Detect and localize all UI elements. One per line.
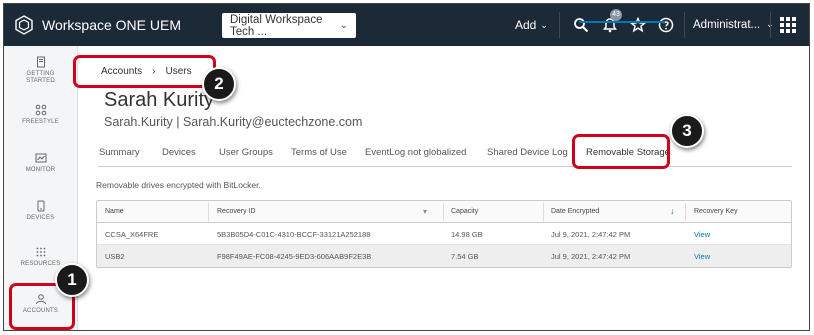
monitor-icon — [35, 153, 46, 163]
cell-capacity: 14.98 GB — [451, 230, 483, 239]
column-header-recovery-key[interactable]: Recovery Key — [694, 208, 738, 215]
tab-terms-of-use[interactable]: Terms of Use — [291, 147, 347, 158]
callout-2: 2 — [202, 67, 236, 101]
nav-item-devices[interactable]: DEVICES — [4, 200, 77, 222]
divider — [559, 12, 560, 38]
workspace-one-logo-icon — [15, 15, 33, 35]
column-divider — [443, 203, 444, 221]
cell-recovery-id: 5B3B05D4-C01C-4310-BCCF-33121A252188 — [217, 230, 371, 239]
nav-label: MONITOR — [25, 167, 56, 173]
tab-user-groups[interactable]: User Groups — [219, 147, 273, 158]
brand-logo[interactable]: Workspace ONE UEM — [14, 15, 181, 35]
cell-date-encrypted: Jul 9, 2021, 2:47:42 PM — [551, 252, 631, 261]
nav-item-freestyle[interactable]: FREESTYLE — [4, 104, 77, 126]
column-header-recovery-id[interactable]: Recovery ID — [217, 208, 256, 215]
help-icon[interactable] — [657, 16, 675, 34]
removable-storage-table: Name Recovery ID ▾ Capacity Date Encrypt… — [96, 200, 792, 268]
freestyle-icon — [35, 104, 46, 116]
view-recovery-key-link[interactable]: View — [694, 252, 710, 261]
add-menu-button[interactable]: Add ⌄ — [515, 18, 548, 32]
nav-item-getting-started[interactable]: GETTING STARTED — [4, 56, 77, 85]
view-recovery-key-link[interactable]: View — [694, 230, 710, 239]
column-header-name[interactable]: Name — [105, 208, 124, 215]
nav-label: STARTED — [26, 78, 55, 84]
cell-recovery-id: F98F49AE-FC08-4245-9ED3-606AAB9F2E3B — [217, 252, 372, 261]
org-select-value: Digital Workspace Tech ... — [230, 13, 323, 38]
callout-3: 3 — [670, 114, 704, 148]
tab-devices[interactable]: Devices — [162, 147, 196, 158]
cell-capacity: 7.54 GB — [451, 252, 479, 261]
column-divider — [208, 203, 209, 221]
sort-down-arrow-icon[interactable]: ↓ — [670, 206, 675, 216]
cell-date-encrypted: Jul 9, 2021, 2:47:42 PM — [551, 230, 631, 239]
nav-label: FREESTYLE — [22, 119, 59, 125]
removable-storage-tab-highlight — [572, 134, 670, 169]
column-header-date-encrypted[interactable]: Date Encrypted — [551, 208, 599, 215]
notification-count-badge: 43 — [610, 9, 622, 21]
chevron-down-icon: ⌄ — [339, 20, 348, 31]
book-icon — [36, 56, 45, 68]
nav-label: DEVICES — [26, 215, 55, 221]
devices-icon — [37, 200, 44, 212]
tab-eventlog[interactable]: EventLog not globalized — [365, 147, 466, 158]
divider — [770, 12, 771, 38]
filter-icon[interactable]: ▾ — [423, 207, 427, 216]
nav-item-monitor[interactable]: MONITOR — [4, 152, 77, 174]
tab-shared-device-log[interactable]: Shared Device Log — [487, 147, 568, 158]
table-row[interactable]: CCSA_X64FRE 5B3B05D4-C01C-4310-BCCF-3312… — [97, 223, 791, 245]
section-description: Removable drives encrypted with BitLocke… — [96, 180, 261, 190]
column-divider — [685, 203, 686, 221]
app-launcher-grid-icon[interactable] — [780, 17, 796, 33]
cell-name: CCSA_X64FRE — [105, 230, 159, 239]
admin-label: Administrat... — [693, 19, 761, 31]
organization-group-select[interactable]: Digital Workspace Tech ... ⌄ — [222, 13, 356, 38]
tab-summary[interactable]: Summary — [99, 147, 140, 158]
user-details-tabs: Summary Devices User Groups Terms of Use… — [98, 147, 792, 167]
page-title: Sarah Kurity — [104, 89, 215, 111]
callout-1: 1 — [55, 263, 89, 297]
app-window: Workspace ONE UEM Digital Workspace Tech… — [3, 3, 810, 331]
star-icon[interactable] — [629, 16, 647, 34]
resources-icon — [36, 247, 45, 257]
cell-name: USB2 — [105, 252, 125, 261]
column-header-capacity[interactable]: Capacity — [451, 208, 478, 215]
add-label: Add — [515, 18, 537, 32]
chevron-down-icon: ⌄ — [540, 19, 548, 30]
search-icon[interactable] — [572, 16, 590, 34]
table-header: Name Recovery ID ▾ Capacity Date Encrypt… — [97, 201, 791, 223]
nav-label: GETTING — [26, 71, 55, 77]
column-divider — [543, 203, 544, 221]
breadcrumb-highlight — [73, 55, 216, 88]
user-subtitle: Sarah.Kurity | Sarah.Kurity@euctechzone.… — [104, 115, 363, 129]
divider — [684, 12, 685, 38]
admin-account-menu[interactable]: Administrat... ⌄ — [693, 19, 774, 31]
brand-name: Workspace ONE UEM — [42, 17, 181, 33]
top-bar: Workspace ONE UEM Digital Workspace Tech… — [4, 4, 809, 46]
active-tab-indicator — [579, 21, 665, 23]
table-row[interactable]: USB2 F98F49AE-FC08-4245-9ED3-606AAB9F2E3… — [97, 245, 791, 267]
